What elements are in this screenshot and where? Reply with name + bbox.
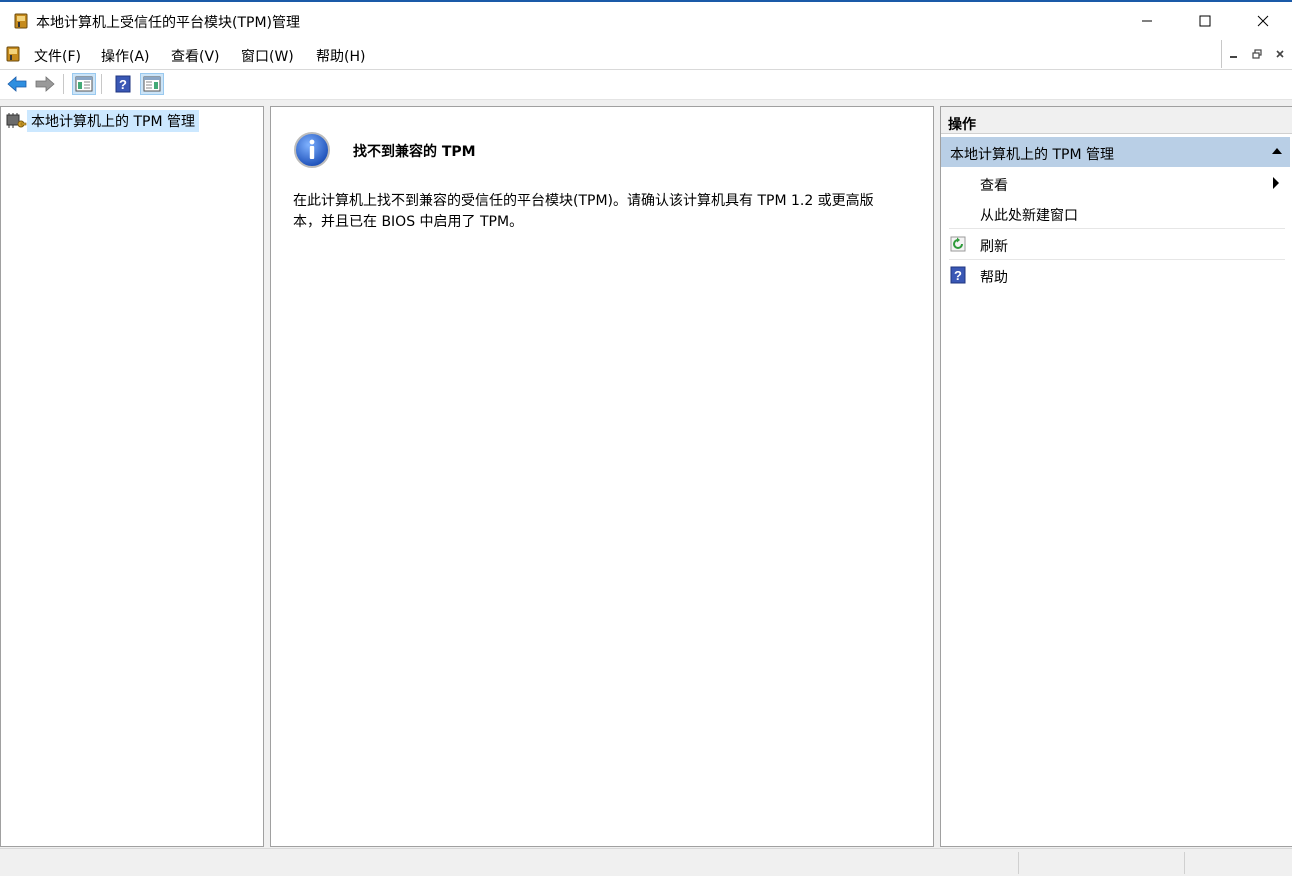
action-help[interactable]: ? 帮助	[941, 260, 1287, 290]
status-bar	[0, 848, 1292, 876]
actions-header-label: 操作	[948, 117, 976, 133]
menu-window[interactable]: 窗口(W)	[241, 46, 294, 66]
close-button[interactable]	[1234, 2, 1292, 40]
result-pane: 找不到兼容的 TPM 在此计算机上找不到兼容的受信任的平台模块(TPM)。请确认…	[270, 106, 934, 847]
title-bar[interactable]: 本地计算机上受信任的平台模块(TPM)管理	[0, 2, 1292, 40]
tree-root-label: 本地计算机上的 TPM 管理	[27, 110, 199, 132]
child-minimize-icon[interactable]	[1226, 47, 1242, 61]
toolbar-separator	[63, 74, 64, 94]
maximize-button[interactable]	[1176, 2, 1234, 40]
tpm-console-icon	[12, 12, 30, 30]
action-new-window[interactable]: 从此处新建窗口	[941, 198, 1287, 228]
help-icon[interactable]: ?	[111, 73, 135, 95]
back-arrow-icon[interactable]	[5, 73, 29, 95]
message-body: 在此计算机上找不到兼容的受信任的平台模块(TPM)。请确认该计算机具有 TPM …	[293, 193, 874, 230]
child-close-icon[interactable]	[1272, 47, 1288, 61]
help-icon: ?	[949, 266, 967, 284]
menu-file[interactable]: 文件(F)	[34, 46, 81, 66]
submenu-arrow-icon	[1273, 177, 1279, 189]
toolbar-separator	[101, 74, 102, 94]
menu-help[interactable]: 帮助(H)	[316, 46, 365, 66]
action-refresh-label: 刷新	[980, 239, 1008, 255]
show-hide-tree-icon[interactable]	[72, 73, 96, 95]
tpm-chip-icon	[5, 112, 27, 130]
menu-view[interactable]: 查看(V)	[171, 46, 220, 66]
close-icon	[1257, 15, 1269, 27]
action-help-label: 帮助	[980, 270, 1008, 286]
action-view[interactable]: 查看	[941, 168, 1287, 198]
tree-root-node[interactable]: 本地计算机上的 TPM 管理	[5, 110, 199, 132]
svg-text:?: ?	[119, 77, 127, 92]
actions-header: 操作	[941, 107, 1292, 134]
svg-text:?: ?	[954, 268, 962, 283]
action-view-label: 查看	[980, 178, 1008, 194]
mdi-controls	[1221, 40, 1292, 68]
menu-bar: 文件(F) 操作(A) 查看(V) 窗口(W) 帮助(H)	[0, 40, 1292, 70]
action-refresh[interactable]: 刷新	[941, 229, 1287, 259]
menu-action[interactable]: 操作(A)	[101, 46, 150, 66]
actions-pane: 操作 本地计算机上的 TPM 管理 查看 从此处新建窗口 刷新 ? 帮助	[940, 106, 1292, 847]
status-divider	[1184, 852, 1185, 874]
status-divider	[1018, 852, 1019, 874]
tree-pane[interactable]: 本地计算机上的 TPM 管理	[0, 106, 264, 847]
tpm-console-icon[interactable]	[4, 45, 22, 63]
actions-group-header[interactable]: 本地计算机上的 TPM 管理	[941, 137, 1290, 167]
forward-arrow-icon[interactable]	[33, 73, 57, 95]
message-title: 找不到兼容的 TPM	[353, 144, 476, 160]
show-hide-action-pane-icon[interactable]	[140, 73, 164, 95]
child-restore-icon[interactable]	[1249, 47, 1265, 61]
action-new-window-label: 从此处新建窗口	[980, 208, 1078, 224]
actions-group-label: 本地计算机上的 TPM 管理	[950, 147, 1114, 163]
collapse-arrow-icon[interactable]	[1272, 148, 1282, 154]
info-icon	[293, 131, 331, 169]
workspace: 本地计算机上的 TPM 管理 找不到兼容的 TPM 在此计算机上找不到兼容的受信…	[0, 100, 1292, 848]
toolbar: ?	[0, 70, 1292, 100]
minimize-icon	[1141, 15, 1153, 27]
refresh-icon	[949, 235, 967, 253]
window-title: 本地计算机上受信任的平台模块(TPM)管理	[36, 15, 300, 31]
maximize-icon	[1199, 15, 1211, 27]
minimize-button[interactable]	[1118, 2, 1176, 40]
